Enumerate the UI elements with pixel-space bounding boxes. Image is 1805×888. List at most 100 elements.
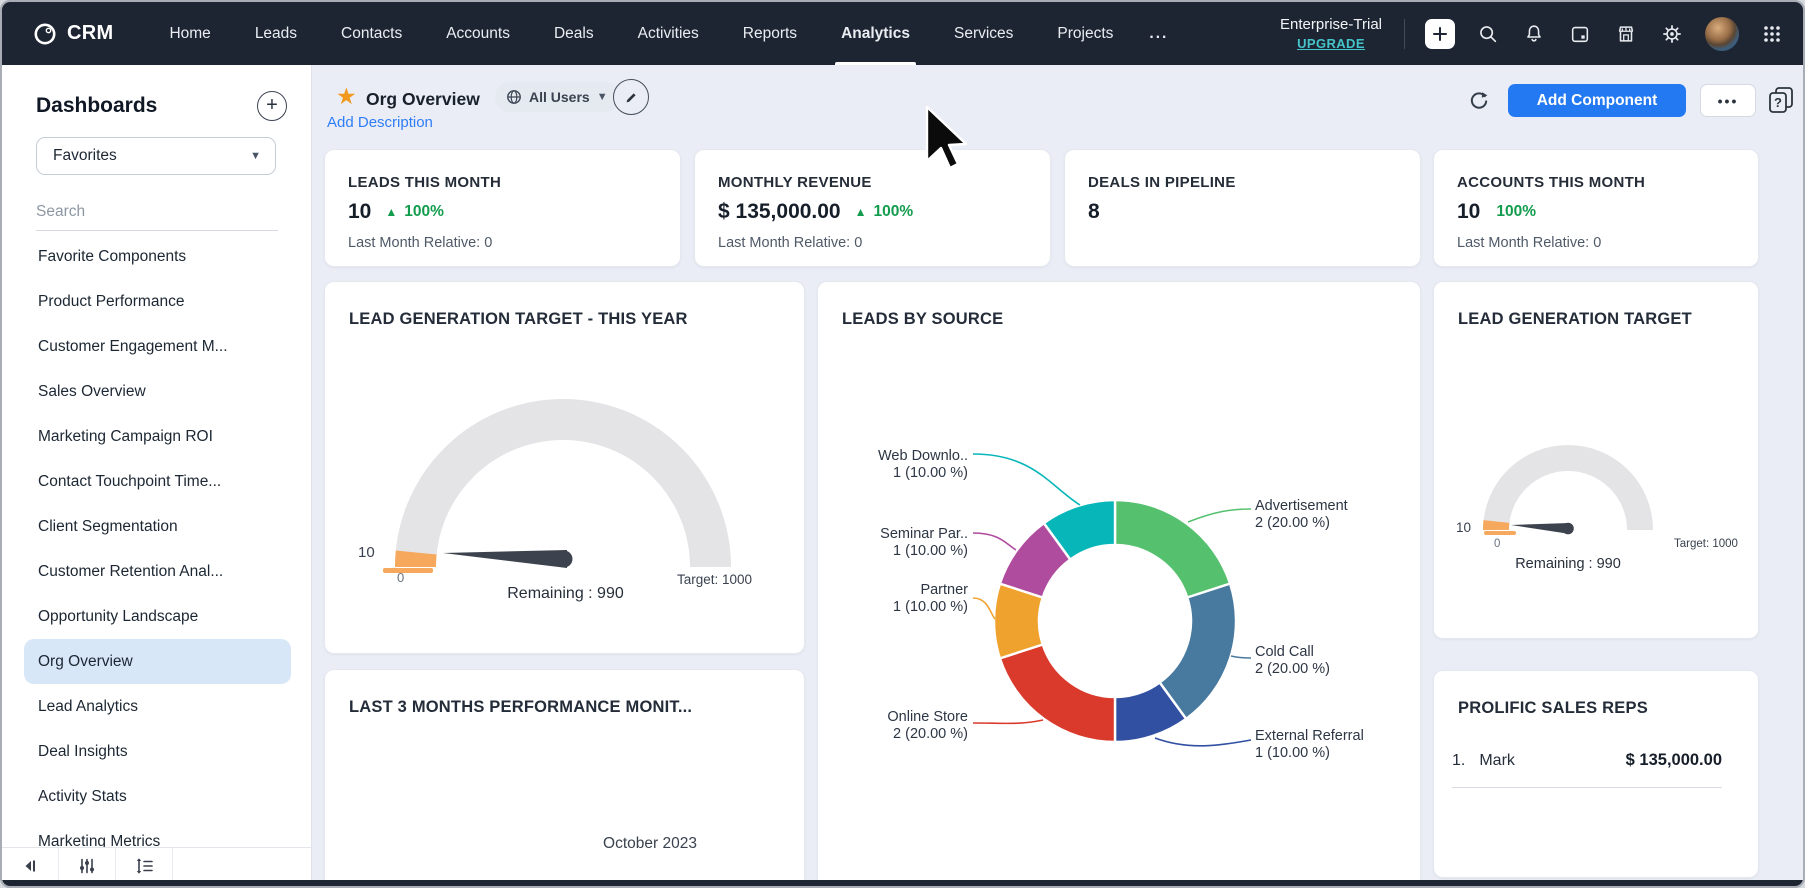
plan-name: Enterprise-Trial bbox=[1280, 15, 1382, 35]
row-divider bbox=[1452, 787, 1722, 788]
dashboard-filter-value: Favorites bbox=[53, 147, 117, 165]
add-component-button[interactable]: Add Component bbox=[1508, 84, 1686, 117]
lead-generation-target-year-card[interactable]: LEAD GENERATION TARGET - THIS YEAR 10 0 … bbox=[324, 281, 805, 654]
apps-grid-icon bbox=[1762, 24, 1782, 44]
chevron-down-icon: ▼ bbox=[250, 150, 261, 162]
sidebar-item-favorite-components[interactable]: Favorite Components bbox=[2, 234, 311, 279]
svg-text:?: ? bbox=[1774, 95, 1782, 110]
kpi-change: 100% bbox=[404, 203, 444, 221]
dashboard-main: ★ Org Overview All Users ▼ Add Descripti… bbox=[313, 65, 1805, 884]
refresh-icon bbox=[1467, 89, 1491, 113]
add-description-link[interactable]: Add Description bbox=[327, 114, 433, 131]
gauge-chart bbox=[1434, 282, 1760, 640]
nav-item-home[interactable]: Home bbox=[147, 2, 232, 65]
dashboard-search-input[interactable] bbox=[36, 199, 278, 231]
marketplace-button[interactable] bbox=[1613, 21, 1639, 47]
sidebar-item-sales-overview[interactable]: Sales Overview bbox=[2, 369, 311, 414]
nav-menu: HomeLeadsContactsAccountsDealsActivities… bbox=[147, 2, 1182, 65]
settings-button[interactable] bbox=[1659, 21, 1685, 47]
dashboard-filter-select[interactable]: Favorites ▼ bbox=[36, 137, 276, 175]
sidebar-item-product-performance[interactable]: Product Performance bbox=[2, 279, 311, 324]
nav-item-leads[interactable]: Leads bbox=[233, 2, 319, 65]
trend-up-icon: ▲ bbox=[855, 205, 867, 219]
quick-create-button[interactable] bbox=[1425, 19, 1455, 49]
help-panel-button[interactable]: ? bbox=[1768, 86, 1794, 114]
chart-title: LEAD GENERATION TARGET bbox=[1458, 310, 1692, 329]
sort-list-icon bbox=[135, 857, 154, 875]
gauge-remaining-label: Remaining : 990 bbox=[1468, 556, 1668, 572]
mouse-cursor bbox=[925, 105, 969, 173]
nav-item-more[interactable]: ... bbox=[1135, 2, 1182, 65]
calendar-button[interactable] bbox=[1567, 21, 1593, 47]
sidebar-item-opportunity-landscape[interactable]: Opportunity Landscape bbox=[2, 594, 311, 639]
kpi-card-monthly-revenue[interactable]: MONTHLY REVENUE$ 135,000.00▲100%Last Mon… bbox=[694, 149, 1051, 267]
donut-slice-online-store[interactable] bbox=[1000, 644, 1115, 742]
sidebar-item-client-segmentation[interactable]: Client Segmentation bbox=[2, 504, 311, 549]
sliders-icon bbox=[78, 857, 96, 875]
donut-label: External Referral1 (10.00 %) bbox=[1255, 728, 1364, 762]
favorite-star-icon[interactable]: ★ bbox=[336, 85, 357, 108]
dashboard-title: Org Overview bbox=[366, 89, 480, 110]
rep-name: Mark bbox=[1479, 752, 1515, 770]
lead-generation-target-card[interactable]: LEAD GENERATION TARGET 10 0 Target: 1000… bbox=[1433, 281, 1759, 639]
prolific-sales-reps-card[interactable]: PROLIFIC SALES REPS 1. Mark $ 135,000.00 bbox=[1433, 670, 1759, 878]
kpi-value: 10 bbox=[348, 200, 371, 224]
nav-item-deals[interactable]: Deals bbox=[532, 2, 616, 65]
chart-title: LEAD GENERATION TARGET - THIS YEAR bbox=[349, 310, 688, 329]
sidebar-item-lead-analytics[interactable]: Lead Analytics bbox=[2, 684, 311, 729]
audience-selector[interactable]: All Users ▼ bbox=[495, 82, 620, 112]
collapse-sidebar-button[interactable] bbox=[2, 848, 59, 884]
nav-item-accounts[interactable]: Accounts bbox=[424, 2, 532, 65]
kpi-card-deals-in-pipeline[interactable]: DEALS IN PIPELINE8 bbox=[1064, 149, 1421, 267]
refresh-button[interactable] bbox=[1465, 87, 1493, 115]
dashboard-more-button[interactable]: ••• bbox=[1700, 84, 1756, 117]
performance-monitor-card[interactable]: LAST 3 MONTHS PERFORMANCE MONIT... Octob… bbox=[324, 669, 805, 884]
sidebar-item-activity-stats[interactable]: Activity Stats bbox=[2, 774, 311, 819]
sidebar-item-customer-retention-anal[interactable]: Customer Retention Anal... bbox=[2, 549, 311, 594]
nav-item-analytics[interactable]: Analytics bbox=[819, 2, 932, 65]
app-window: CRM HomeLeadsContactsAccountsDealsActivi… bbox=[0, 0, 1805, 888]
sidebar-toolbar bbox=[2, 847, 311, 884]
sort-dashboards-button[interactable] bbox=[116, 848, 173, 884]
donut-label: Advertisement2 (20.00 %) bbox=[1255, 498, 1348, 532]
chart-title: LAST 3 MONTHS PERFORMANCE MONIT... bbox=[349, 698, 692, 717]
edit-dashboard-button[interactable] bbox=[613, 79, 649, 115]
kpi-change: 100% bbox=[1496, 203, 1536, 221]
nav-item-contacts[interactable]: Contacts bbox=[319, 2, 424, 65]
sidebar-item-deal-insights[interactable]: Deal Insights bbox=[2, 729, 311, 774]
upgrade-link[interactable]: UPGRADE bbox=[1297, 35, 1365, 53]
leads-by-source-card[interactable]: LEADS BY SOURCE Web Downlo..1 (10.00 %) … bbox=[817, 281, 1421, 884]
kpi-value: 10 bbox=[1457, 200, 1480, 224]
rep-rank: 1. bbox=[1452, 752, 1465, 770]
donut-label: Seminar Par..1 (10.00 %) bbox=[818, 526, 968, 560]
chart-title: PROLIFIC SALES REPS bbox=[1458, 699, 1648, 718]
kpi-title: DEALS IN PIPELINE bbox=[1088, 174, 1236, 191]
sidebar-item-org-overview[interactable]: Org Overview bbox=[24, 639, 291, 684]
kpi-card-accounts-this-month[interactable]: ACCOUNTS THIS MONTH10100%Last Month Rela… bbox=[1433, 149, 1759, 267]
dashboard-settings-button[interactable] bbox=[59, 848, 116, 884]
sidebar-item-customer-engagement-m[interactable]: Customer Engagement M... bbox=[2, 324, 311, 369]
search-button[interactable] bbox=[1475, 21, 1501, 47]
gauge-target-label: Target: 1000 bbox=[1674, 538, 1738, 550]
help-pages-icon: ? bbox=[1768, 86, 1794, 114]
sidebar-item-contact-touchpoint-time[interactable]: Contact Touchpoint Time... bbox=[2, 459, 311, 504]
zoho-logo-icon bbox=[32, 21, 58, 47]
kpi-title: LEADS THIS MONTH bbox=[348, 174, 501, 191]
donut-label: Web Downlo..1 (10.00 %) bbox=[818, 448, 968, 482]
zoho-crm-logo[interactable]: CRM bbox=[32, 21, 113, 47]
donut-slice-advertisement[interactable] bbox=[1115, 500, 1230, 598]
kpi-footnote: Last Month Relative: 0 bbox=[718, 235, 862, 251]
nav-item-projects[interactable]: Projects bbox=[1035, 2, 1135, 65]
add-dashboard-button[interactable]: + bbox=[257, 91, 287, 121]
dashboard-list: Favorite ComponentsProduct PerformanceCu… bbox=[2, 234, 311, 864]
store-icon bbox=[1615, 23, 1637, 45]
kpi-card-leads-this-month[interactable]: LEADS THIS MONTH10▲100%Last Month Relati… bbox=[324, 149, 681, 267]
nav-item-services[interactable]: Services bbox=[932, 2, 1035, 65]
user-avatar[interactable] bbox=[1705, 17, 1739, 51]
kpi-footnote: Last Month Relative: 0 bbox=[1457, 235, 1601, 251]
sidebar-item-marketing-campaign-roi[interactable]: Marketing Campaign ROI bbox=[2, 414, 311, 459]
notifications-button[interactable] bbox=[1521, 21, 1547, 47]
nav-item-activities[interactable]: Activities bbox=[616, 2, 721, 65]
nav-item-reports[interactable]: Reports bbox=[721, 2, 819, 65]
apps-launcher-button[interactable] bbox=[1759, 21, 1785, 47]
